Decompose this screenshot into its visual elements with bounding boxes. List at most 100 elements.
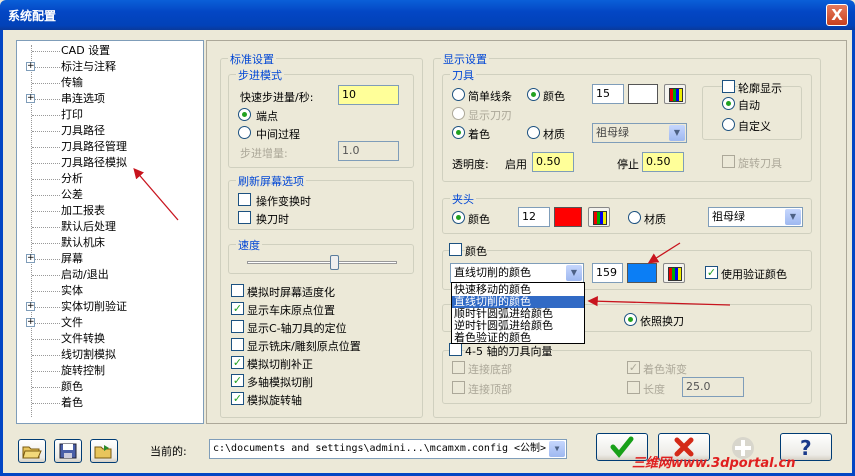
tree-item[interactable]: 线切割模拟	[17, 347, 203, 363]
shade-radio[interactable]	[452, 126, 465, 139]
holder-material-select[interactable]: 祖母绿 ▼	[708, 207, 803, 227]
endpoint-radio[interactable]	[238, 108, 251, 121]
tool-color-input[interactable]: 15	[592, 84, 624, 104]
expand-icon[interactable]: +	[26, 254, 35, 263]
shade-gradient-checkbox[interactable]: ✓	[627, 361, 640, 374]
holder-color-radio[interactable]	[452, 211, 465, 224]
tree-item[interactable]: 默认机床	[17, 235, 203, 251]
tree-item[interactable]: 颜色	[17, 379, 203, 395]
settings-tree[interactable]: CAD 设置 + 标注与注释 传输 + 串连选项 打印 刀具路径 刀具路径管理 刀具路径模拟 分析公…	[16, 40, 204, 424]
show-blade-radio[interactable]	[452, 107, 465, 120]
speed-slider-track[interactable]	[247, 261, 397, 264]
connect-bottom-checkbox[interactable]	[452, 361, 465, 374]
tree-item[interactable]: + 文件	[17, 315, 203, 331]
holder-material-radio[interactable]	[628, 211, 641, 224]
open-config-button[interactable]	[18, 439, 46, 463]
tool-material-radio[interactable]	[527, 126, 540, 139]
sim-option-checkbox[interactable]: ✓	[231, 302, 244, 315]
stop-input[interactable]: 0.50	[642, 152, 684, 172]
length-checkbox[interactable]	[627, 381, 640, 394]
simple-line-radio[interactable]	[452, 88, 465, 101]
colors-checkbox[interactable]	[449, 243, 462, 256]
length-input[interactable]: 25.0	[682, 377, 744, 397]
tool-material-label: 材质	[543, 128, 565, 141]
axis45-checkbox[interactable]	[449, 343, 462, 356]
step-increment-input[interactable]: 1.0	[338, 141, 399, 161]
expand-icon[interactable]: +	[26, 302, 35, 311]
tree-connector	[32, 67, 60, 68]
tree-item[interactable]: + 实体切削验证	[17, 299, 203, 315]
sim-option-checkbox[interactable]	[231, 338, 244, 351]
tree-item[interactable]: 实体	[17, 283, 203, 299]
dropdown-option[interactable]: 着色验证的颜色	[452, 332, 584, 344]
folder-merge-icon	[94, 445, 112, 459]
refresh-options-title: 刷新屏幕选项	[236, 173, 306, 189]
tool-color-radio[interactable]	[527, 88, 540, 101]
sim-option-checkbox[interactable]: ✓	[231, 374, 244, 387]
tool-title: 刀具	[450, 67, 476, 83]
color-index-input[interactable]: 159	[592, 263, 623, 283]
watermark: 三维网www.3dportal.cn	[632, 456, 796, 471]
tree-connector	[32, 387, 60, 388]
tree-item[interactable]: 文件转换	[17, 331, 203, 347]
by-tool-change-radio[interactable]	[624, 313, 637, 326]
tool-material-select[interactable]: 祖母绿 ▼	[592, 123, 687, 143]
close-button[interactable]: X	[826, 4, 848, 26]
tree-item[interactable]: + 屏幕	[17, 251, 203, 267]
holder-color-input[interactable]: 12	[518, 207, 550, 227]
speed-slider-thumb[interactable]	[330, 255, 339, 270]
expand-icon[interactable]: +	[26, 94, 35, 103]
sim-option-checkbox[interactable]: ✓	[231, 356, 244, 369]
tree-item-label: CAD 设置	[61, 44, 111, 57]
holder-color-swatch[interactable]	[554, 207, 582, 227]
tree-item[interactable]: 旋转控制	[17, 363, 203, 379]
tree-item[interactable]: 加工报表	[17, 203, 203, 219]
tree-item[interactable]: 启动/退出	[17, 267, 203, 283]
current-config-select[interactable]: c:\documents and settings\admini...\mcam…	[209, 439, 567, 459]
tool-change-checkbox[interactable]	[238, 211, 251, 224]
op-change-checkbox[interactable]	[238, 193, 251, 206]
holder-palette-button[interactable]	[588, 207, 610, 227]
rotate-tool-checkbox[interactable]	[722, 155, 735, 168]
expand-icon[interactable]: +	[26, 62, 35, 71]
sim-option-checkbox[interactable]	[231, 320, 244, 333]
tree-item[interactable]: 刀具路径管理	[17, 139, 203, 155]
auto-radio[interactable]	[722, 97, 735, 110]
outline-checkbox[interactable]	[722, 80, 735, 93]
use-verify-color-checkbox[interactable]: ✓	[705, 266, 718, 279]
endpoint-label: 端点	[256, 110, 278, 123]
colors-label: 颜色	[465, 243, 487, 259]
tree-connector	[32, 371, 60, 372]
tree-item[interactable]: CAD 设置	[17, 43, 203, 59]
midprocess-radio[interactable]	[238, 126, 251, 139]
title-bar	[0, 0, 855, 30]
tree-item[interactable]: 着色	[17, 395, 203, 411]
custom-radio[interactable]	[722, 118, 735, 131]
color-palette-button[interactable]	[663, 263, 685, 283]
color-type-dropdown[interactable]: 快速移动的颜色 直线切削的颜色 顺时针圆弧进给颜色 逆时针圆弧进给颜色 着色验证的颜色	[451, 282, 585, 344]
color-type-select[interactable]: 直线切削的颜色 ▼	[450, 263, 584, 283]
tree-item[interactable]: + 串连选项	[17, 91, 203, 107]
tree-item[interactable]: 刀具路径	[17, 123, 203, 139]
tree-item[interactable]: 默认后处理	[17, 219, 203, 235]
tool-color-swatch[interactable]	[628, 84, 658, 104]
fast-step-input[interactable]: 10	[338, 85, 399, 105]
enable-input[interactable]: 0.50	[532, 152, 574, 172]
color-swatch[interactable]	[627, 263, 657, 283]
tree-item[interactable]: + 标注与注释	[17, 59, 203, 75]
tree-item[interactable]: 公差	[17, 187, 203, 203]
sim-option-checkbox[interactable]	[231, 284, 244, 297]
sim-option-checkbox[interactable]: ✓	[231, 392, 244, 405]
tree-item[interactable]: 分析	[17, 171, 203, 187]
tree-item[interactable]: 传输	[17, 75, 203, 91]
tree-item[interactable]: 刀具路径模拟	[17, 155, 203, 171]
tree-item[interactable]: 打印	[17, 107, 203, 123]
merge-config-button[interactable]	[90, 439, 118, 463]
auto-label: 自动	[738, 99, 760, 112]
connect-top-checkbox[interactable]	[452, 381, 465, 394]
save-config-button[interactable]	[54, 439, 82, 463]
tool-change-label: 换刀时	[256, 213, 289, 226]
tool-palette-button[interactable]	[664, 84, 686, 104]
tree-connector	[32, 339, 60, 340]
expand-icon[interactable]: +	[26, 318, 35, 327]
